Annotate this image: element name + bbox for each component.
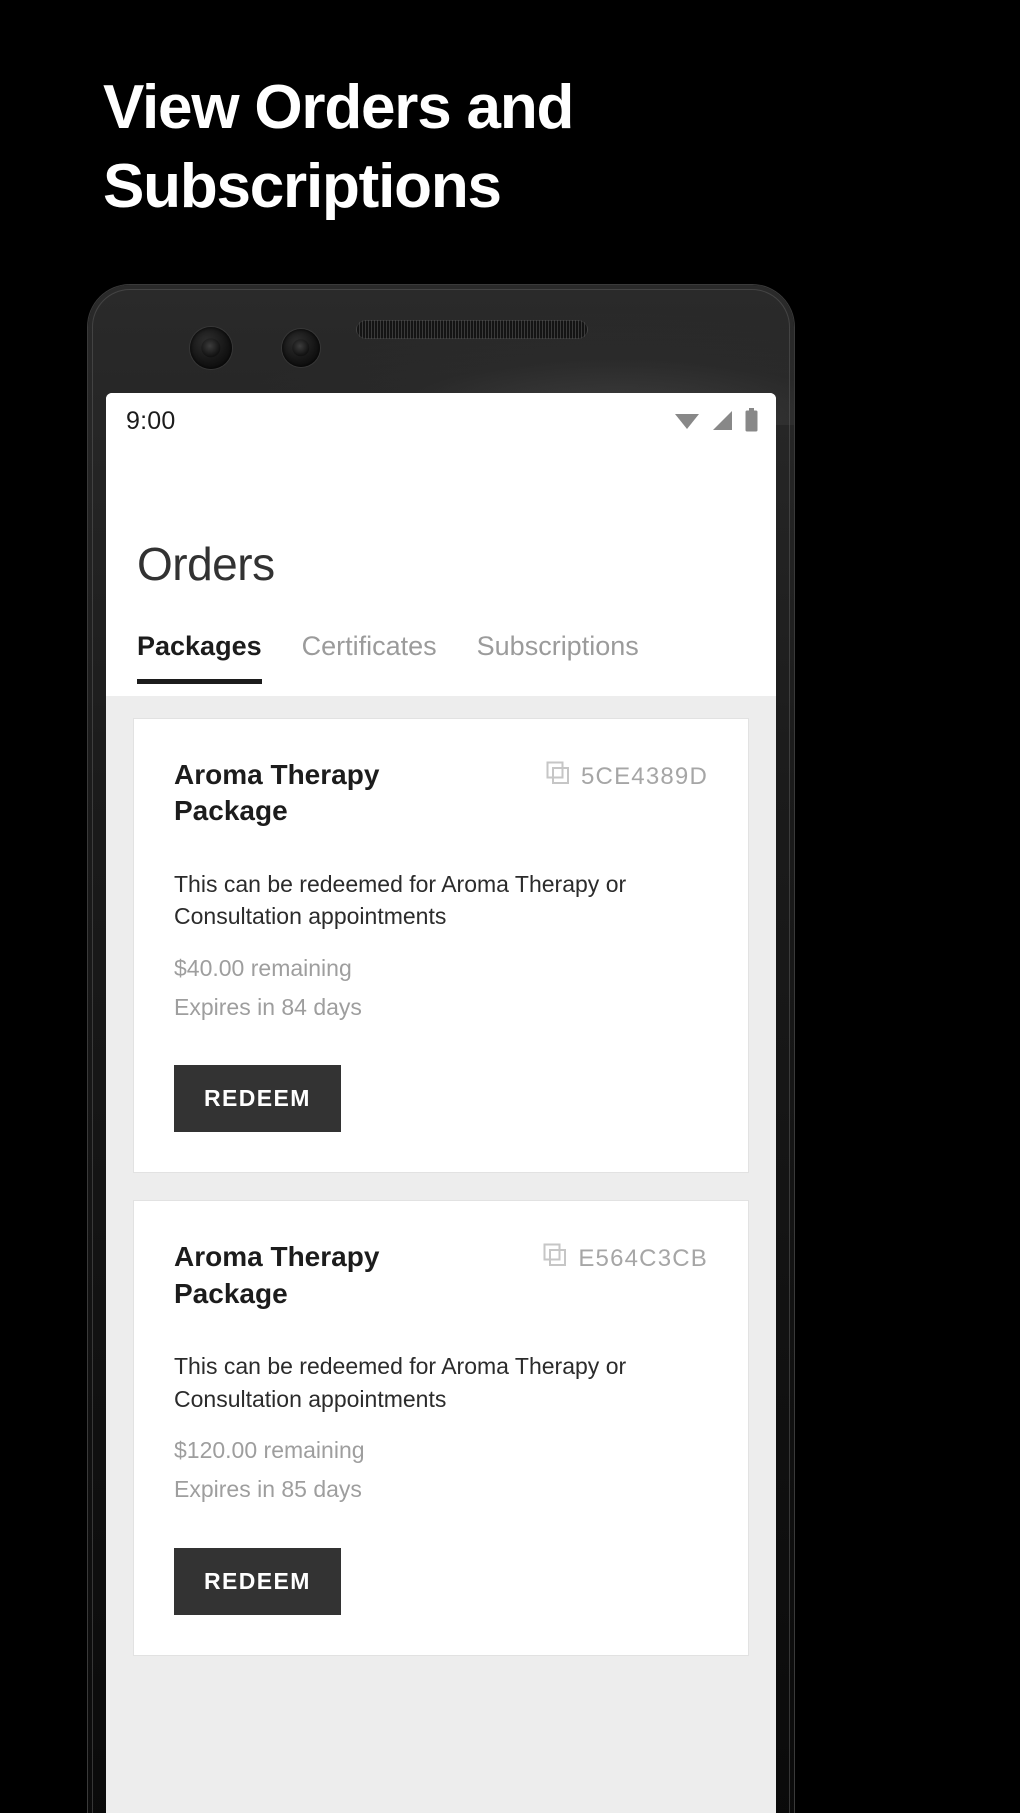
tab-bar-spacer <box>106 684 776 696</box>
tab-subscriptions[interactable]: Subscriptions <box>477 631 639 684</box>
tab-packages[interactable]: Packages <box>137 631 262 684</box>
app-content: Orders Packages Certificates Subscriptio… <box>106 449 776 1813</box>
secondary-camera-lens <box>292 339 310 357</box>
package-description: This can be redeemed for Aroma Therapy o… <box>174 870 627 930</box>
phone-mockup: 9:00 Orders Packages Certificates Subscr… <box>88 285 794 1813</box>
package-remaining: $40.00 remaining <box>174 955 352 982</box>
redeem-button[interactable]: REDEEM <box>174 1547 341 1615</box>
package-description: This can be redeemed for Aroma Therapy o… <box>174 1353 627 1412</box>
package-title: Aroma Therapy Package <box>174 759 380 827</box>
status-bar-icons <box>674 408 758 437</box>
phone-screen: 9:00 Orders Packages Certificates Subscr… <box>106 393 776 1813</box>
redeem-button[interactable]: REDEEM <box>174 1065 341 1133</box>
copy-icon[interactable] <box>546 761 570 792</box>
package-expiry: Expires in 85 days <box>174 1476 362 1503</box>
tab-bar: Packages Certificates Subscriptions <box>106 587 776 684</box>
front-camera-icon <box>190 327 232 369</box>
copy-icon[interactable] <box>543 1243 567 1274</box>
cellular-signal-icon <box>711 410 734 436</box>
package-card-header: Aroma Therapy Package 5CE4389D <box>174 757 708 830</box>
package-code-text: 5CE4389D <box>580 762 708 790</box>
earpiece-speaker <box>356 320 588 339</box>
package-code[interactable]: 5CE4389D <box>546 757 708 792</box>
headline: View Orders and Subscriptions <box>103 73 574 222</box>
tab-certificates[interactable]: Certificates <box>302 631 437 684</box>
secondary-camera-icon <box>282 329 320 367</box>
package-code[interactable]: E564C3CB <box>543 1239 708 1274</box>
package-expiry: Expires in 84 days <box>174 994 362 1021</box>
app-bar: Orders Packages Certificates Subscriptio… <box>106 449 776 684</box>
package-remaining: $120.00 remaining <box>174 1437 365 1464</box>
page-title: Orders <box>137 538 275 590</box>
promo-screenshot: View Orders and Subscriptions 9:00 Order… <box>0 0 1020 1813</box>
status-bar: 9:00 <box>106 393 776 449</box>
package-card[interactable]: Aroma Therapy Package E564C3CB This can … <box>133 1200 749 1656</box>
battery-icon <box>745 408 758 437</box>
package-card-header: Aroma Therapy Package E564C3CB <box>174 1239 708 1312</box>
front-camera-lens <box>201 338 221 358</box>
package-card[interactable]: Aroma Therapy Package 5CE4389D This can … <box>133 718 749 1174</box>
wifi-icon <box>674 410 700 435</box>
package-code-text: E564C3CB <box>578 1244 708 1272</box>
package-title: Aroma Therapy Package <box>174 1241 380 1309</box>
package-list: Aroma Therapy Package 5CE4389D This can … <box>106 696 776 1656</box>
status-bar-clock: 9:00 <box>126 407 176 435</box>
